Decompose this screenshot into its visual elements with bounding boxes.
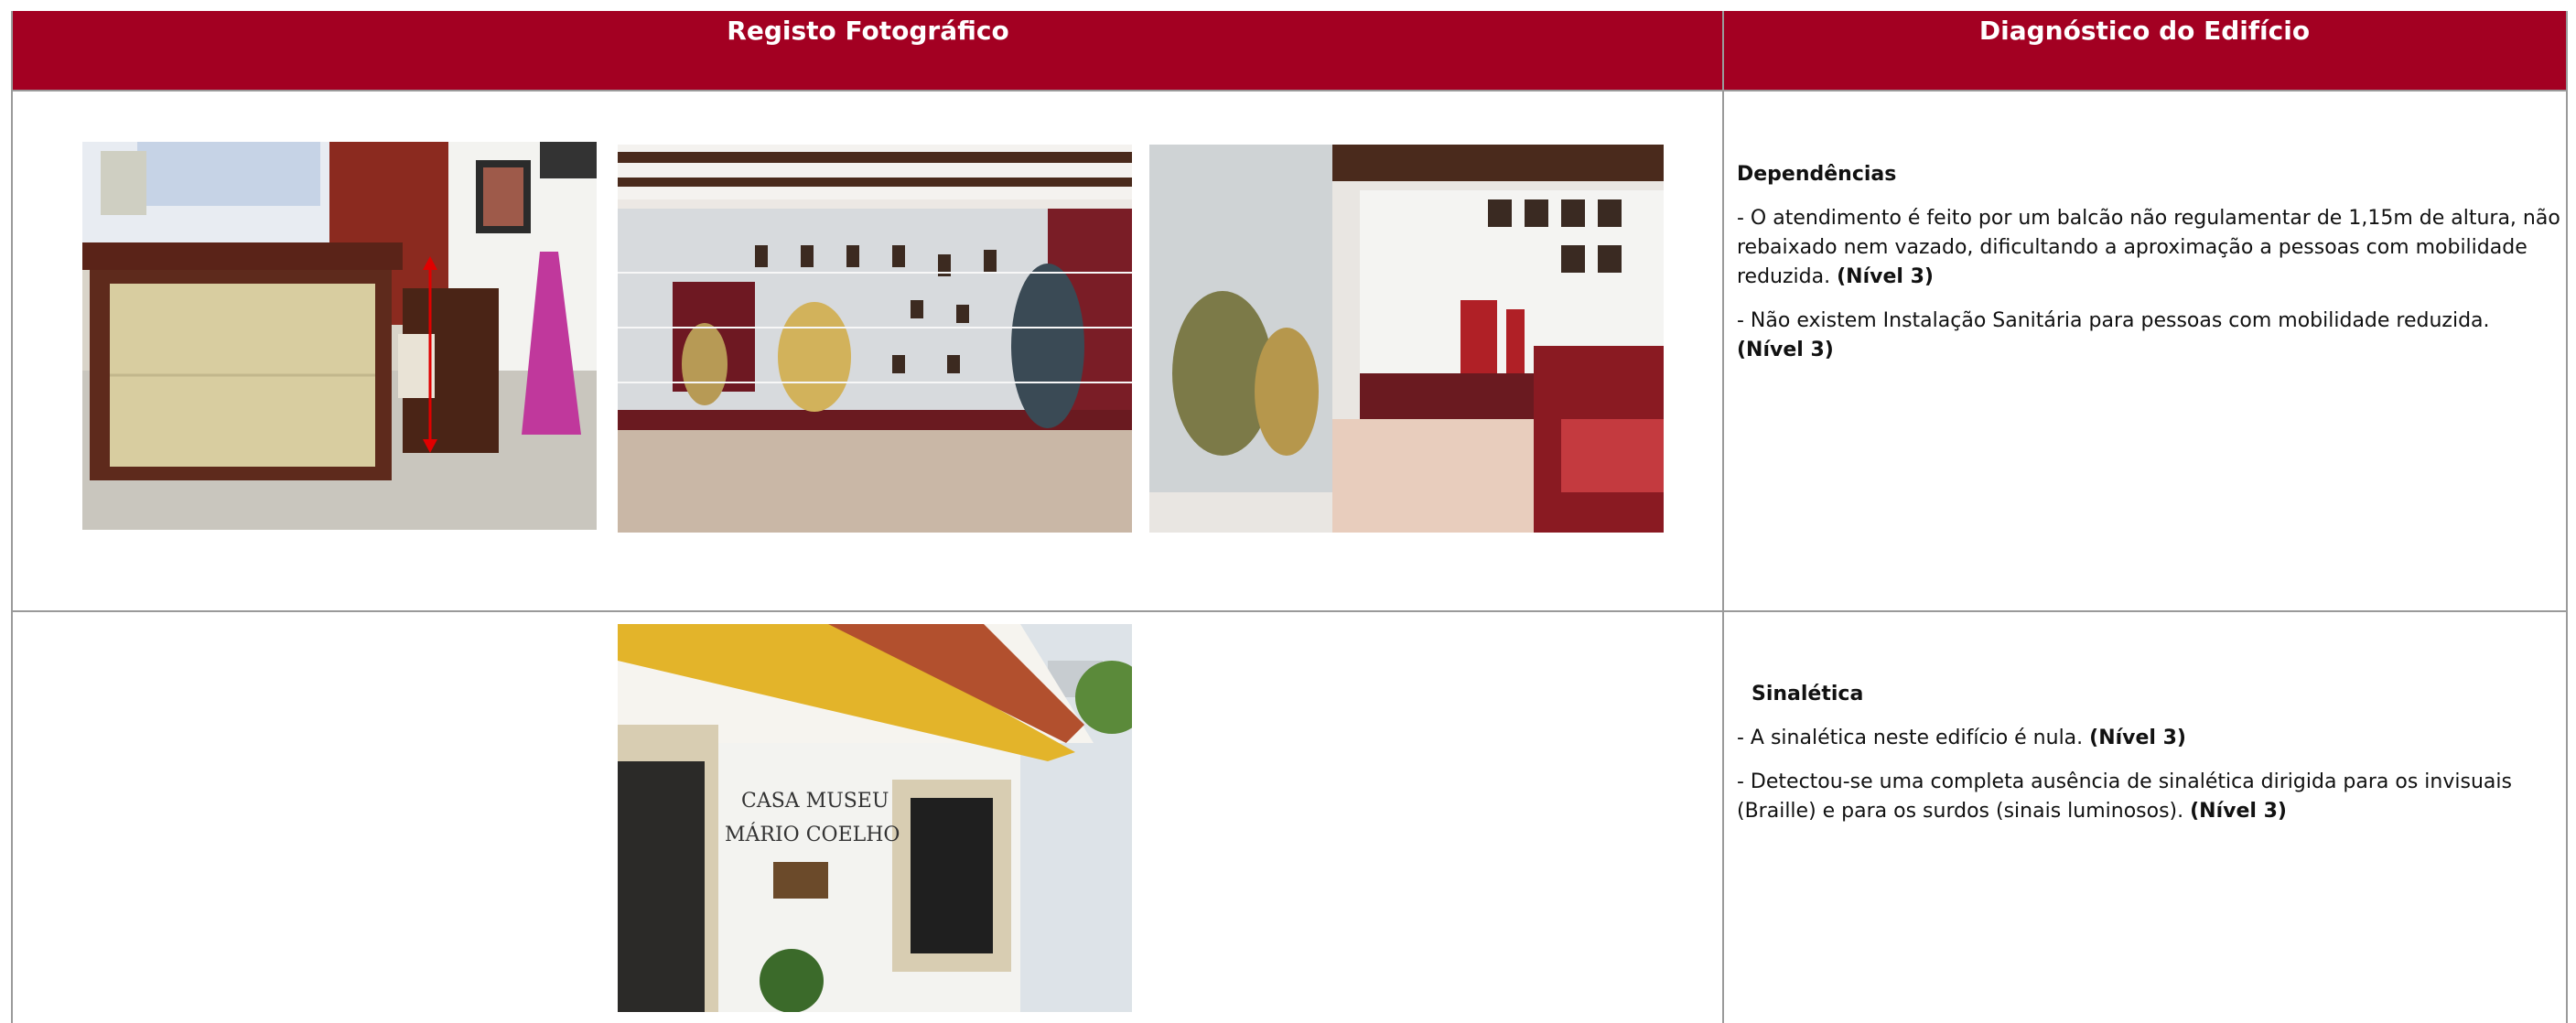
dependencies-item-2: - Não existem Instalação Sanitária para … (1737, 309, 2490, 361)
building-diagnosis-header: Diagnóstico do Edifício (1723, 11, 2566, 90)
signage-item-2: - Detectou-se uma completa ausência de s… (1737, 770, 2512, 823)
museum-sign-line1: CASA MUSEU (741, 790, 889, 813)
row-divider (13, 610, 2566, 612)
signage-item-1: - A sinalética neste edifício é nula. (N… (1737, 727, 2186, 749)
level-badge: (Nível 3) (2190, 800, 2287, 823)
header-divider (13, 90, 2566, 92)
photo-exhibition-room (618, 145, 1132, 533)
photo-reception-counter (82, 142, 597, 530)
dependencies-item-1: - O atendimento é feito por um balcão nã… (1737, 207, 2560, 288)
photo-display-cases (1149, 145, 1664, 533)
dependencies-heading: Dependências (1737, 163, 1897, 186)
level-badge: (Nível 3) (1737, 339, 1834, 361)
signage-heading: Sinalética (1751, 683, 1864, 705)
dependencies-section: Dependências - O atendimento é feito por… (1737, 160, 2560, 380)
photo-museum-facade: CASA MUSEU MÁRIO COELHO (618, 624, 1132, 1012)
photo-record-header: Registo Fotográfico (13, 11, 1723, 90)
level-badge: (Nível 3) (1837, 265, 1934, 288)
signage-section: Sinalética - A sinalética neste edifício… (1737, 680, 2560, 841)
column-divider (1722, 11, 1724, 1023)
museum-sign-line2: MÁRIO COELHO (725, 822, 900, 846)
report-table: Registo Fotográfico Diagnóstico do Edifí… (11, 11, 2568, 1023)
level-badge: (Nível 3) (2089, 727, 2186, 749)
